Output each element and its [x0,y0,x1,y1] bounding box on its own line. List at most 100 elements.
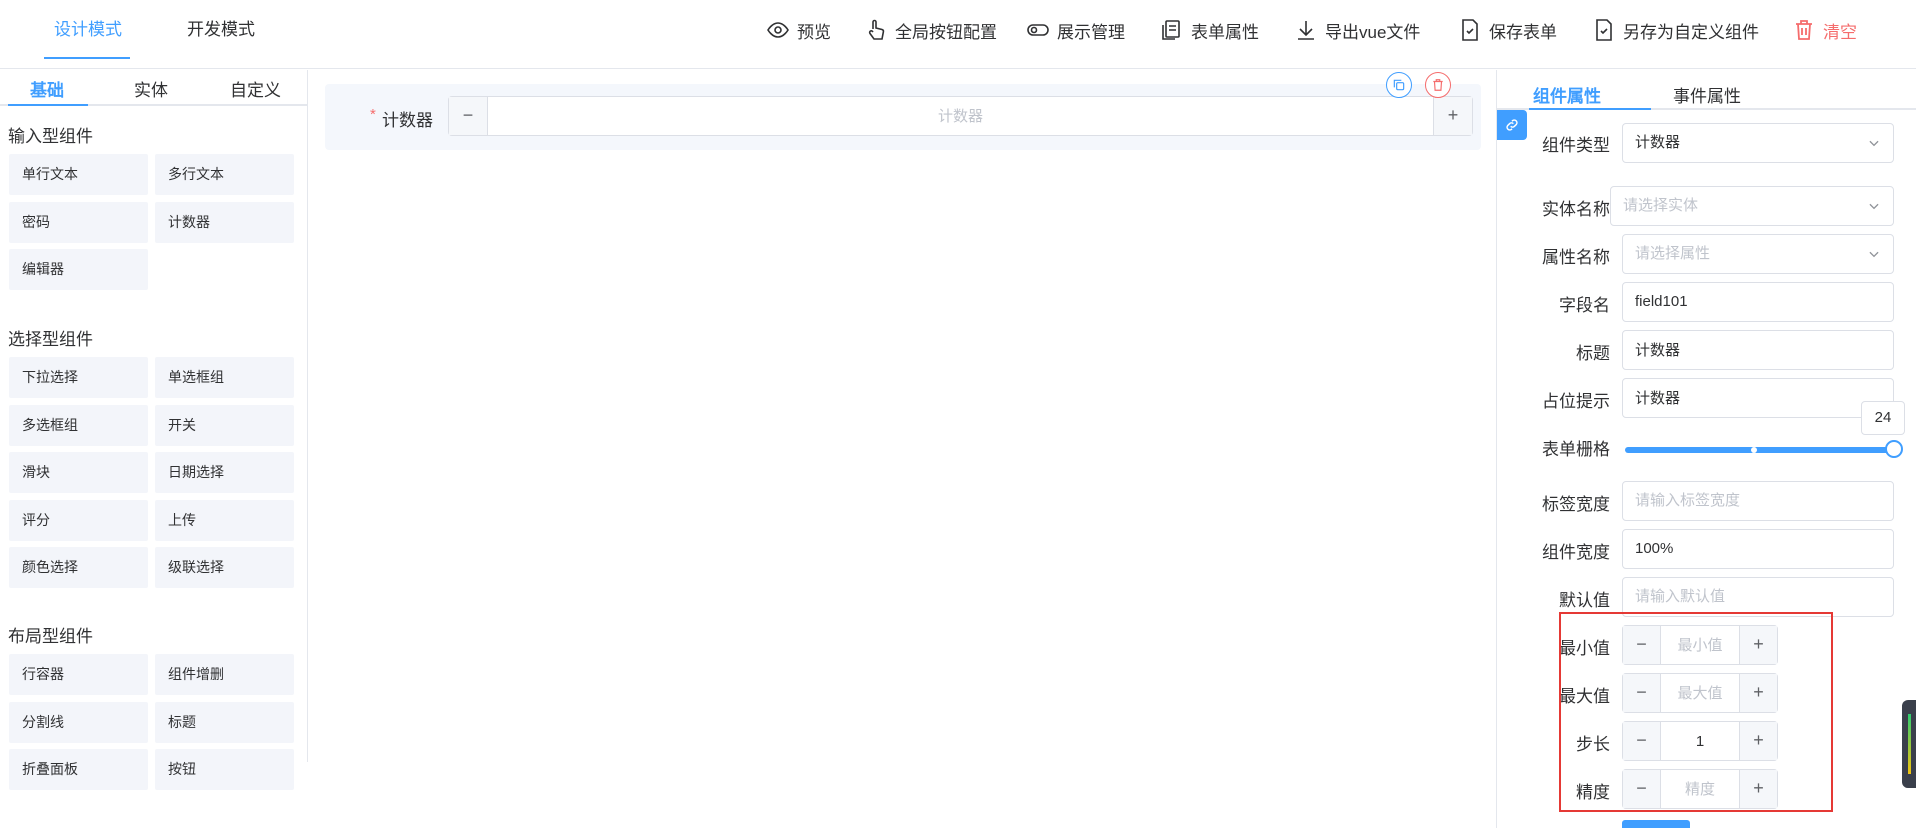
chevron-down-icon [1869,203,1879,210]
field-name-field[interactable] [1622,282,1894,322]
increment-button[interactable]: + [1433,97,1472,135]
prop-label-title: 标题 [1576,344,1610,363]
form-item-label: 计数器 [382,111,433,130]
comp-width-field[interactable] [1622,529,1894,569]
clear-button[interactable]: 清空 [1792,17,1857,43]
prop-label-placeholder: 占位提示 [1542,392,1610,411]
delete-item-button[interactable] [1425,72,1451,98]
field-name-input[interactable] [1635,283,1893,320]
decrement-button[interactable]: − [449,97,488,135]
document-check-icon [1462,19,1478,41]
selected-form-item[interactable]: * 计数器 − + [325,84,1481,150]
palette-item-divider[interactable]: 分割线 [9,702,148,743]
palette-item-checkbox-group[interactable]: 多选框组 [9,405,148,446]
design-canvas[interactable]: * 计数器 − + [309,70,1496,762]
attr-name-placeholder: 请选择属性 [1635,245,1711,262]
entity-name-placeholder: 请选择实体 [1623,197,1699,214]
prop-label-field-name: 字段名 [1559,296,1610,315]
toggle-icon [1027,24,1049,36]
preview-label: 预览 [797,22,831,42]
trash-icon [1433,79,1443,91]
attr-name-select[interactable]: 请选择属性 [1622,234,1894,274]
palette-item-date-picker[interactable]: 日期选择 [155,452,294,493]
save-as-custom-label: 另存为自定义组件 [1623,22,1759,42]
floating-side-widget[interactable] [1902,700,1916,788]
placeholder-field[interactable] [1622,378,1894,418]
default-value-input[interactable] [1635,578,1893,615]
prop-label-comp-width: 组件宽度 [1542,543,1610,562]
palette-tabs: 基础 实体 自定义 [0,70,307,106]
tab-component-props[interactable]: 组件属性 [1533,82,1601,107]
grid-slider-stop [1751,447,1757,453]
properties-tabs: 组件属性 事件属性 [1497,70,1916,110]
palette-item-slider[interactable]: 滑块 [9,452,148,493]
palette-item-row-container[interactable]: 行容器 [9,654,148,695]
trash-icon [1796,20,1812,40]
partially-visible-button[interactable] [1622,820,1690,828]
label-width-field[interactable] [1622,481,1894,521]
preview-button[interactable]: 预览 [766,17,831,43]
component-type-select[interactable]: 计数器 [1622,123,1894,163]
palette-item-color-picker[interactable]: 颜色选择 [9,547,148,588]
prop-label-default-value: 默认值 [1559,591,1610,610]
palette-item-multi-line-text[interactable]: 多行文本 [155,154,294,195]
prop-label-component-type: 组件类型 [1542,136,1610,155]
required-mark: * [370,106,376,123]
tab-event-props[interactable]: 事件属性 [1673,82,1741,107]
default-value-field[interactable] [1622,577,1894,617]
title-input[interactable] [1635,331,1893,367]
palette-item-upload[interactable]: 上传 [155,500,294,541]
form-props-button[interactable]: 表单属性 [1160,17,1259,43]
level-bar [1908,714,1911,774]
copy-item-button[interactable] [1386,72,1412,98]
clear-label: 清空 [1823,22,1857,42]
tab-entity[interactable]: 实体 [134,76,168,101]
palette-item-button[interactable]: 按钮 [155,749,294,790]
eye-icon [767,22,789,38]
palette-item-editor[interactable]: 编辑器 [9,249,148,290]
export-vue-button[interactable]: 导出vue文件 [1294,17,1420,43]
palette-item-dropdown[interactable]: 下拉选择 [9,357,148,398]
save-form-button[interactable]: 保存表单 [1458,17,1557,43]
palette-item-collapse-panel[interactable]: 折叠面板 [9,749,148,790]
palette-tab-underline [8,104,88,106]
export-vue-label: 导出vue文件 [1325,22,1421,42]
copy-icon [1393,79,1405,91]
placeholder-input[interactable] [1635,379,1893,415]
palette-item-switch[interactable]: 开关 [155,405,294,446]
grid-slider-handle[interactable] [1885,440,1903,458]
display-manage-label: 展示管理 [1057,22,1125,42]
chevron-down-icon [1869,140,1879,147]
global-buttons-config-button[interactable]: 全局按钮配置 [864,17,997,43]
prop-label-entity-name: 实体名称 [1542,200,1610,219]
palette-item-component-add-remove[interactable]: 组件增删 [155,654,294,695]
global-buttons-config-label: 全局按钮配置 [895,22,997,42]
grid-slider-track[interactable] [1625,447,1893,453]
counter-value-input[interactable] [489,97,1432,135]
tab-design-mode[interactable]: 设计模式 [54,0,122,60]
entity-name-select[interactable]: 请选择实体 [1610,186,1894,226]
chevron-down-icon [1869,251,1879,258]
component-type-value: 计数器 [1635,134,1681,151]
palette-item-rate[interactable]: 评分 [9,500,148,541]
tab-basic[interactable]: 基础 [30,76,64,101]
palette-item-password[interactable]: 密码 [9,202,148,243]
palette-item-radio-group[interactable]: 单选框组 [155,357,294,398]
palette-item-cascader[interactable]: 级联选择 [155,547,294,588]
tab-custom[interactable]: 自定义 [230,76,281,101]
label-width-input[interactable] [1635,482,1893,519]
pointer-hand-icon [868,19,885,40]
palette-item-heading[interactable]: 标题 [155,702,294,743]
component-palette: 基础 实体 自定义 输入型组件 单行文本 多行文本 密码 计数器 编辑器 选择型… [0,70,308,790]
grid-slider-tooltip: 24 [1861,401,1905,435]
title-field[interactable] [1622,330,1894,370]
palette-item-counter[interactable]: 计数器 [155,202,294,243]
display-manage-button[interactable]: 展示管理 [1026,17,1125,43]
comp-width-input[interactable] [1635,530,1893,567]
palette-item-single-line-text[interactable]: 单行文本 [9,154,148,195]
save-as-custom-button[interactable]: 另存为自定义组件 [1592,17,1759,43]
highlight-box [1559,612,1833,812]
group-title-select: 选择型组件 [8,330,93,349]
top-toolbar: 设计模式 开发模式 预览 全局按钮配置 展示管理 表单属性 导出vue文件 保存… [0,0,1916,69]
tab-dev-mode[interactable]: 开发模式 [187,0,255,60]
